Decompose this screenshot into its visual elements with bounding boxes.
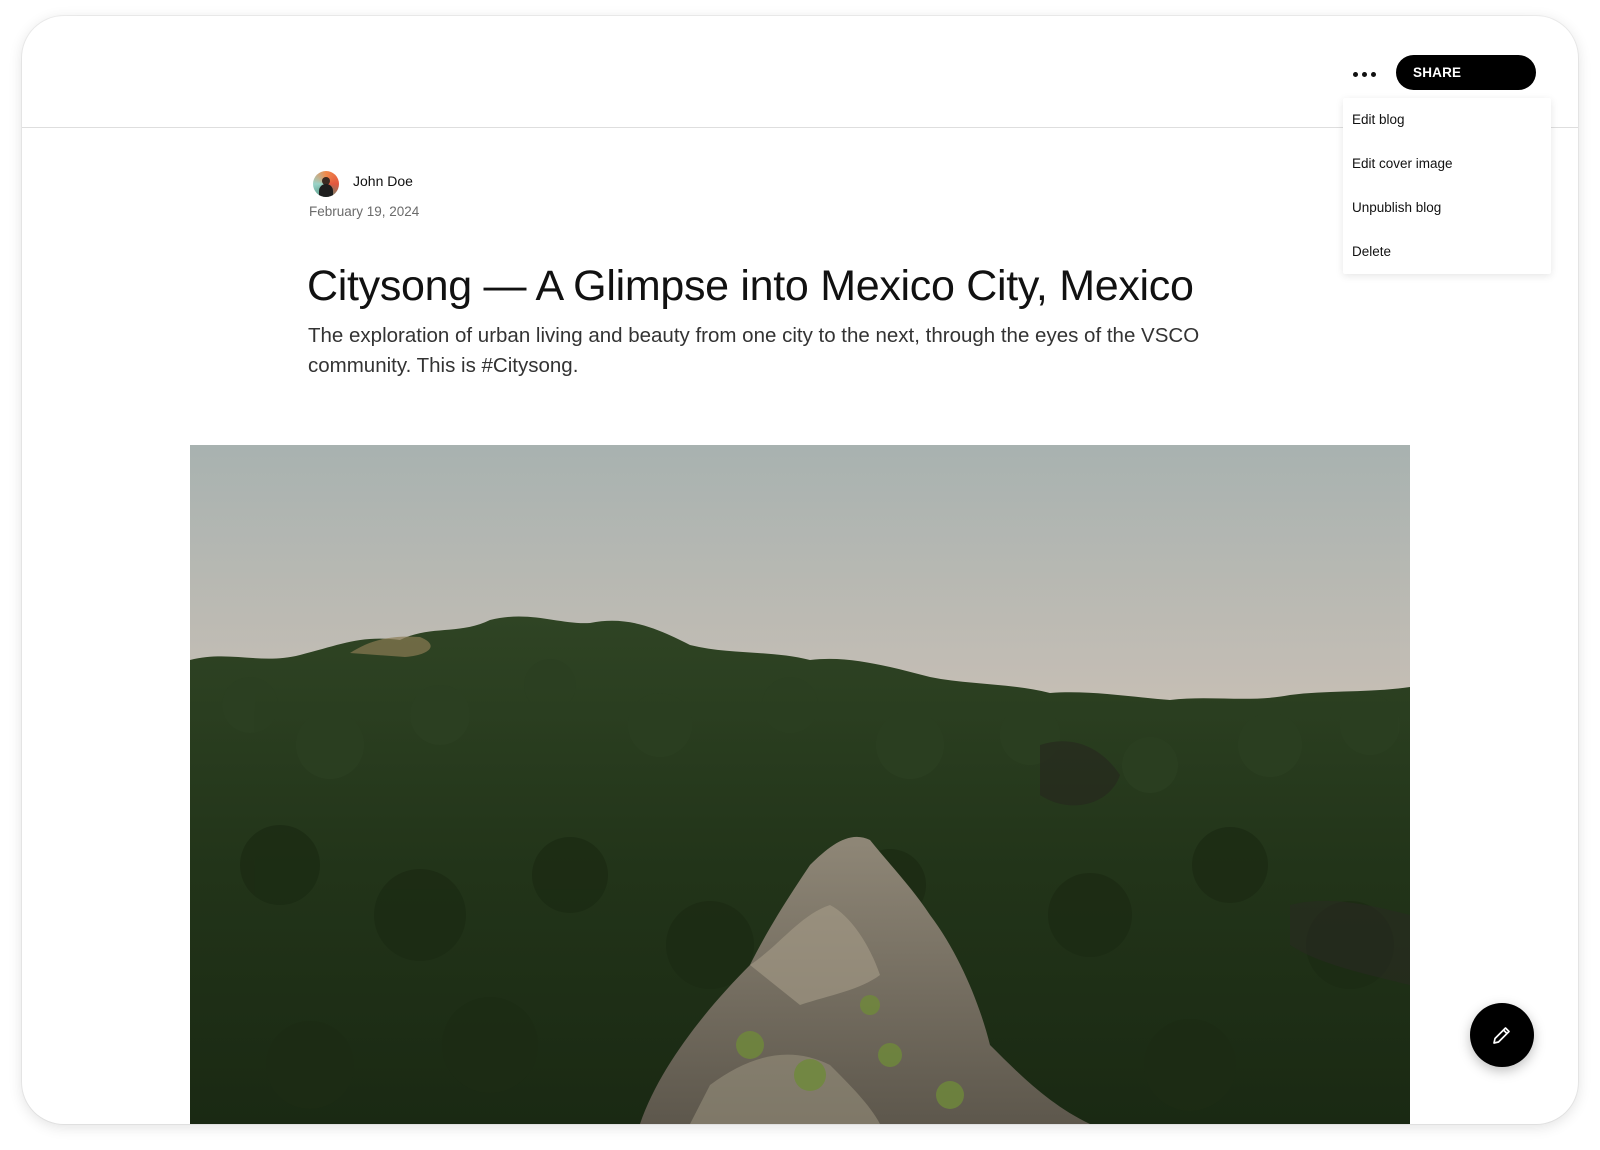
edit-post-button[interactable] <box>1470 1003 1534 1067</box>
cover-image <box>190 445 1410 1124</box>
more-options-button[interactable] <box>1347 64 1381 84</box>
menu-item-unpublish-blog[interactable]: Unpublish blog <box>1352 196 1441 220</box>
author-name[interactable]: John Doe <box>353 173 413 189</box>
more-dot <box>1352 71 1358 77</box>
post-title: Citysong — A Glimpse into Mexico City, M… <box>307 262 1194 310</box>
avatar-body <box>319 184 333 197</box>
pencil-icon <box>1493 1027 1510 1044</box>
share-button[interactable]: SHARE <box>1396 55 1536 90</box>
cover-landscape <box>190 445 1410 1124</box>
more-dot <box>1370 71 1376 77</box>
menu-item-edit-blog[interactable]: Edit blog <box>1352 108 1405 132</box>
options-dropdown-menu: Edit blog Edit cover image Unpublish blo… <box>1343 98 1551 274</box>
menu-item-delete[interactable]: Delete <box>1352 240 1391 264</box>
author-avatar[interactable] <box>313 171 339 197</box>
app-frame: SHARE Edit blog Edit cover image Unpubli… <box>22 16 1578 1124</box>
menu-item-edit-cover-image[interactable]: Edit cover image <box>1352 152 1453 176</box>
post-date: February 19, 2024 <box>309 204 420 219</box>
post-subtitle: The exploration of urban living and beau… <box>308 324 1200 377</box>
more-dot <box>1361 71 1367 77</box>
